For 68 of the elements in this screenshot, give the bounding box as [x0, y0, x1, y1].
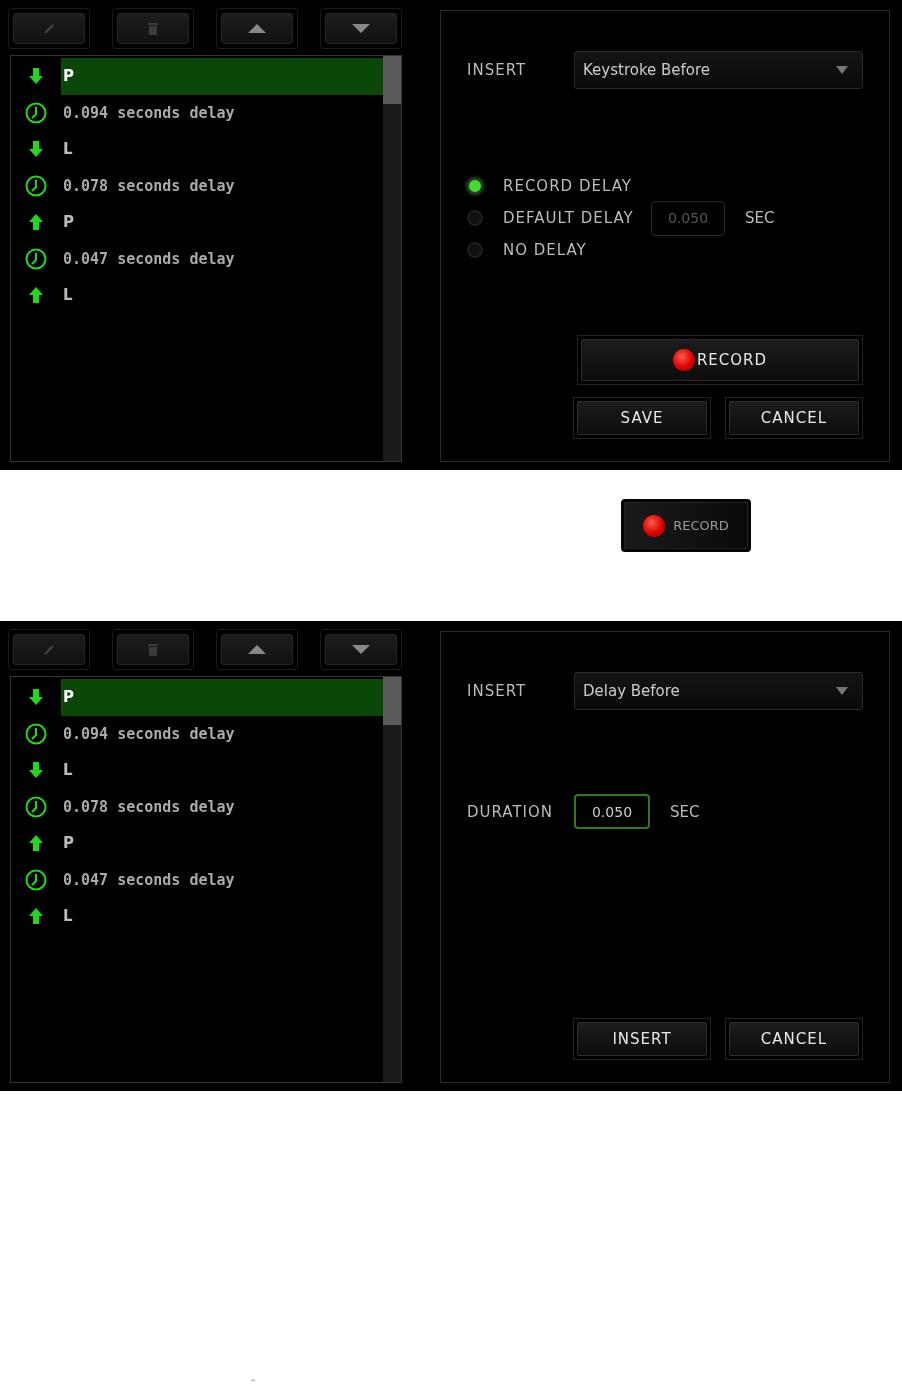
triangle-down-icon	[352, 24, 370, 33]
macro-item[interactable]: 0.078 seconds delay	[61, 167, 383, 204]
arrow-down-icon	[28, 68, 44, 85]
macro-item[interactable]: L	[61, 277, 383, 314]
action-button[interactable]: SAVE	[577, 401, 707, 435]
arrow-up-icon	[28, 835, 44, 852]
toolbar-button[interactable]	[325, 13, 397, 44]
action-button[interactable]: CANCEL	[729, 401, 859, 435]
scrollbar[interactable]	[383, 56, 401, 461]
arrow-down-icon	[28, 762, 44, 779]
pencil-icon	[44, 644, 54, 655]
clock-icon	[25, 101, 47, 124]
radio-button[interactable]	[467, 210, 483, 226]
caret-icon	[836, 66, 848, 74]
trash-icon	[148, 22, 158, 35]
toolbar-button[interactable]	[221, 634, 293, 665]
record-button[interactable]: RECORD	[621, 499, 751, 552]
unit-label: SEC	[745, 209, 775, 227]
action-button[interactable]: INSERT	[577, 1022, 707, 1056]
macro-item[interactable]: P	[61, 679, 383, 716]
insert-dropdown[interactable]: Delay Before	[574, 672, 863, 710]
clock-icon	[25, 868, 47, 891]
radio-button[interactable]	[467, 178, 483, 194]
clock-icon	[25, 795, 47, 818]
macro-item[interactable]: L	[61, 898, 383, 935]
toolbar-button[interactable]	[325, 634, 397, 665]
macro-item[interactable]: L	[61, 131, 383, 168]
macro-item[interactable]: 0.078 seconds delay	[61, 788, 383, 825]
macro-item[interactable]: 0.094 seconds delay	[61, 94, 383, 131]
radio-button[interactable]	[467, 242, 483, 258]
clock-icon	[25, 722, 47, 745]
macro-item[interactable]: L	[61, 752, 383, 789]
arrow-up-icon	[28, 908, 44, 925]
radio-label: DEFAULT DELAY	[503, 209, 635, 227]
arrow-down-icon	[28, 141, 44, 158]
macro-item[interactable]: P	[61, 204, 383, 241]
arrow-up-icon	[28, 214, 44, 231]
insert-dropdown[interactable]: Keystroke Before	[574, 51, 863, 89]
scrollbar-thumb[interactable]	[383, 56, 401, 104]
scrollbar[interactable]	[383, 677, 401, 1082]
record-button[interactable]: RECORD	[581, 339, 859, 381]
triangle-up-icon	[248, 645, 266, 654]
macro-item[interactable]: 0.094 seconds delay	[61, 715, 383, 752]
trash-icon	[148, 643, 158, 656]
caret-icon	[836, 687, 848, 695]
radio-label: NO DELAY	[503, 241, 588, 259]
macro-item[interactable]: 0.047 seconds delay	[61, 240, 383, 277]
action-button[interactable]: CANCEL	[729, 1022, 859, 1056]
arrow-down-icon	[28, 689, 44, 706]
arrow-up-icon	[28, 287, 44, 304]
insert-label: INSERT	[467, 61, 528, 79]
unit-label: SEC	[670, 802, 700, 821]
radio-label: RECORD DELAY	[503, 177, 633, 195]
macro-item[interactable]: 0.047 seconds delay	[61, 861, 383, 898]
triangle-down-icon	[352, 645, 370, 654]
macro-item[interactable]: P	[61, 825, 383, 862]
duration-field[interactable]: 0.050	[574, 794, 650, 829]
macro-item[interactable]: P	[61, 58, 383, 95]
record-dot-icon	[672, 349, 695, 371]
toolbar-button[interactable]	[221, 13, 293, 44]
insert-label: INSERT	[467, 682, 528, 700]
scrollbar-thumb[interactable]	[383, 677, 401, 725]
clock-icon	[25, 247, 47, 270]
clock-icon	[25, 174, 47, 197]
duration-label: DURATION	[467, 802, 555, 821]
pencil-icon	[44, 23, 54, 34]
record-dot-icon	[643, 514, 666, 537]
triangle-up-icon	[248, 24, 266, 33]
